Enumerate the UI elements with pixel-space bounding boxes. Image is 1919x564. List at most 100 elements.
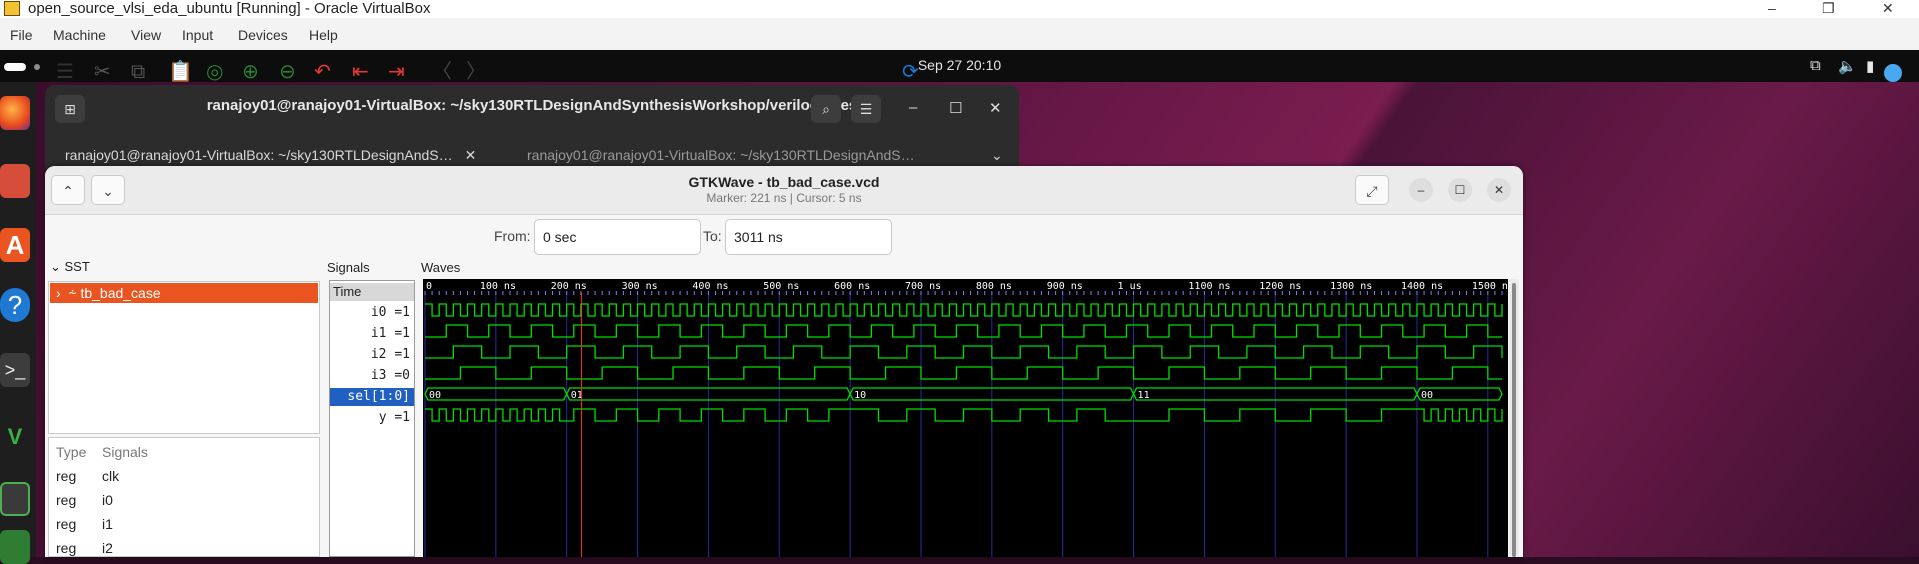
time-tick-label: 300 ns <box>622 281 658 292</box>
network-icon[interactable]: ⧉ <box>1810 57 1821 74</box>
hierarchy-icon: ⸞ <box>68 285 77 301</box>
sst-item-label: tb_bad_case <box>80 285 161 301</box>
virtualbox-menubar <box>0 18 1919 50</box>
signal-name[interactable]: i1 <box>102 516 113 532</box>
battery-icon[interactable]: ▮ <box>1866 57 1874 75</box>
vim-icon[interactable]: V <box>0 420 30 454</box>
time-tick-label: 400 ns <box>692 281 728 292</box>
app-center-icon[interactable]: A <box>0 228 30 262</box>
time-tick-label: 900 ns <box>1047 281 1083 292</box>
waves-pane-title: Waves <box>421 260 461 275</box>
zoom-fit-icon[interactable]: ◎ <box>206 61 223 83</box>
time-tick-label: 800 ns <box>976 281 1012 292</box>
to-label: To: <box>703 228 722 244</box>
from-label: From: <box>494 228 531 244</box>
menu-devices[interactable]: Devices <box>238 27 288 43</box>
terminal-maximize-button[interactable]: ☐ <box>949 99 962 117</box>
tab-menu-chevron-icon[interactable]: ⌄ <box>991 141 1003 169</box>
terminal-tab-1[interactable]: ranajoy01@ranajoy01-VirtualBox: ~/sky130… <box>65 141 476 169</box>
trace-name-row[interactable]: i1 =1 <box>330 325 414 343</box>
previous-edge-icon[interactable]: 〈 <box>432 61 452 83</box>
volume-icon[interactable]: 🔈 <box>1838 57 1857 75</box>
menu-help[interactable]: Help <box>309 27 338 43</box>
time-tick-label: 0 <box>426 281 432 292</box>
gtkwave-title: GTKWave - tb_bad_case.vcd <box>688 174 880 190</box>
signal-name[interactable]: i0 <box>102 492 113 508</box>
zoom-in-icon[interactable]: ⊕ <box>242 61 259 83</box>
sst-header[interactable]: ⌄ SST <box>50 259 90 275</box>
zoom-out-icon[interactable]: ⊖ <box>279 61 296 83</box>
close-button[interactable]: ✕ <box>1882 0 1894 16</box>
restore-button[interactable]: ❐ <box>1822 0 1835 16</box>
jump-end-icon[interactable]: ⇥ <box>388 61 405 83</box>
notification-icon[interactable] <box>1884 64 1902 82</box>
terminal-tab-2[interactable]: ranajoy01@ranajoy01-VirtualBox: ~/sky130… <box>527 141 915 169</box>
sst-tree[interactable] <box>48 281 320 434</box>
signal-type: reg <box>56 468 77 484</box>
trace-name-row[interactable]: i2 =1 <box>330 346 414 364</box>
gtkwave-minimize-button[interactable]: – <box>1409 178 1433 202</box>
hamburger-menu-icon[interactable]: ☰ <box>56 61 74 83</box>
virtualbox-logo-icon <box>4 1 20 16</box>
signal-type: reg <box>56 540 77 556</box>
signal-name[interactable]: i2 <box>102 540 113 556</box>
chevron-down-icon: ⌄ <box>50 259 65 274</box>
bus-value-label: 10 <box>854 390 866 401</box>
time-tick-label: 1100 ns <box>1188 281 1230 292</box>
time-tick-label: 1200 ns <box>1259 281 1301 292</box>
minimize-button[interactable]: – <box>1768 0 1776 16</box>
terminal-icon[interactable]: >_ <box>0 353 30 387</box>
trace-name-row[interactable]: y =1 <box>330 409 414 427</box>
terminal-minimize-button[interactable]: – <box>909 99 917 116</box>
menu-view[interactable]: View <box>131 27 161 43</box>
waveform-trace-y <box>425 408 1503 422</box>
terminal-window: ⊞ ranajoy01@ranajoy01-VirtualBox: ~/sky1… <box>45 85 1019 169</box>
gtkwave-maximize-button[interactable]: ☐ <box>1448 178 1472 202</box>
trace-name-row[interactable]: Time <box>330 283 414 301</box>
chevron-right-icon: › <box>56 285 61 301</box>
undo-icon[interactable]: ↶ <box>314 61 331 83</box>
waveform-canvas[interactable]: 0 100 ns 200 ns 300 ns 400 ns 500 ns 600 ns 700… <box>423 279 1514 557</box>
tab-label: ranajoy01@ranajoy01-VirtualBox: ~/sky130… <box>527 147 915 163</box>
jump-start-icon[interactable]: ⇤ <box>352 61 369 83</box>
sst-label: SST <box>64 259 90 274</box>
system-monitor-icon[interactable] <box>0 530 30 564</box>
cut-icon[interactable]: ✂ <box>94 61 111 83</box>
help-icon[interactable]: ? <box>0 288 30 322</box>
marker-cursor-status: Marker: 221 ns | Cursor: 5 ns <box>706 191 862 205</box>
search-icon[interactable]: ⌕ <box>811 95 841 123</box>
signals-pane-title: Signals <box>327 260 370 275</box>
time-tick-label: 500 ns <box>763 281 799 292</box>
to-time-field[interactable]: 3011 ns <box>725 219 892 255</box>
signal-list <box>48 437 320 557</box>
sst-item-tb-bad-case[interactable]: › ⸞ tb_bad_case <box>50 283 318 303</box>
reload-icon[interactable]: ⟳ <box>902 61 919 83</box>
gtkwave-icon[interactable] <box>0 482 30 516</box>
copy-icon[interactable]: ⧉ <box>131 61 145 83</box>
menu-file[interactable]: File <box>10 27 33 43</box>
time-tick-label: 200 ns <box>551 281 587 292</box>
terminal-close-button[interactable]: ✕ <box>989 99 1002 117</box>
gtkwave-close-button[interactable]: ✕ <box>1487 178 1511 202</box>
firefox-icon[interactable] <box>0 96 30 130</box>
trace-name-row[interactable]: sel[1:0] =0 <box>330 388 414 422</box>
menu-machine[interactable]: Machine <box>53 27 106 43</box>
trace-name-row[interactable]: i3 =0 <box>330 367 414 385</box>
from-time-field[interactable]: 0 sec <box>534 219 701 255</box>
waveform-trace <box>425 303 1503 317</box>
signal-name[interactable]: clk <box>102 468 119 484</box>
time-tick-label: 1500 ns <box>1472 281 1508 292</box>
trace-name-row[interactable]: i0 =1 <box>330 304 414 322</box>
tab-label: ranajoy01@ranajoy01-VirtualBox: ~/sky130… <box>65 147 453 163</box>
files-icon[interactable] <box>0 164 30 198</box>
waveform-view[interactable]: 0 100 ns 200 ns 300 ns 400 ns 500 ns 600 ns 700… <box>423 279 1514 557</box>
vertical-scrollbar[interactable] <box>1509 279 1519 557</box>
menu-input[interactable]: Input <box>182 27 213 43</box>
fullscreen-icon[interactable]: ⤢ <box>1355 175 1389 205</box>
bus-value-label: 00 <box>1421 390 1433 401</box>
next-edge-icon[interactable]: 〉 <box>466 61 486 83</box>
paste-icon[interactable]: 📋 <box>168 61 193 83</box>
tab-close-icon[interactable]: ✕ <box>465 147 477 163</box>
hamburger-menu-icon[interactable]: ☰ <box>851 95 881 123</box>
signal-type: reg <box>56 492 77 508</box>
